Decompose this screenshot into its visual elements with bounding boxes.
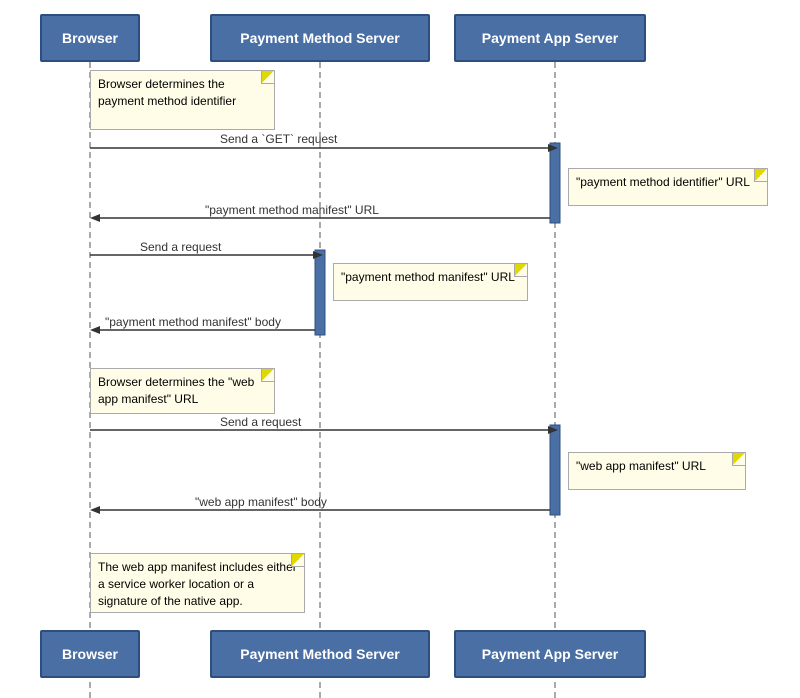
label-manifest-url: "payment method manifest" URL bbox=[205, 203, 379, 217]
footer-payment-app-server: Payment App Server bbox=[454, 630, 646, 678]
note-web-app-includes: The web app manifest includes either a s… bbox=[90, 553, 305, 613]
header-browser: Browser bbox=[40, 14, 140, 62]
note-web-app-manifest-url: "web app manifest" URL bbox=[568, 452, 746, 490]
label-send-request-3: Send a request bbox=[220, 415, 301, 429]
note-manifest-url-right: "payment method manifest" URL bbox=[333, 263, 528, 301]
note-browser-determines-manifest: Browser determines the "web app manifest… bbox=[90, 368, 275, 414]
label-web-app-manifest-body: "web app manifest" body bbox=[195, 495, 327, 509]
note-browser-determines: Browser determines the payment method id… bbox=[90, 70, 275, 130]
header-payment-method-server: Payment Method Server bbox=[210, 14, 430, 62]
label-send-request-2: Send a request bbox=[140, 240, 221, 254]
footer-payment-method-server: Payment Method Server bbox=[210, 630, 430, 678]
sequence-diagram: Browser Payment Method Server Payment Ap… bbox=[0, 0, 800, 698]
header-payment-app-server: Payment App Server bbox=[454, 14, 646, 62]
footer-browser: Browser bbox=[40, 630, 140, 678]
label-manifest-body: "payment method manifest" body bbox=[105, 315, 281, 329]
note-payment-method-id-url: "payment method identifier" URL bbox=[568, 168, 768, 206]
label-get-request: Send a `GET` request bbox=[220, 132, 337, 146]
